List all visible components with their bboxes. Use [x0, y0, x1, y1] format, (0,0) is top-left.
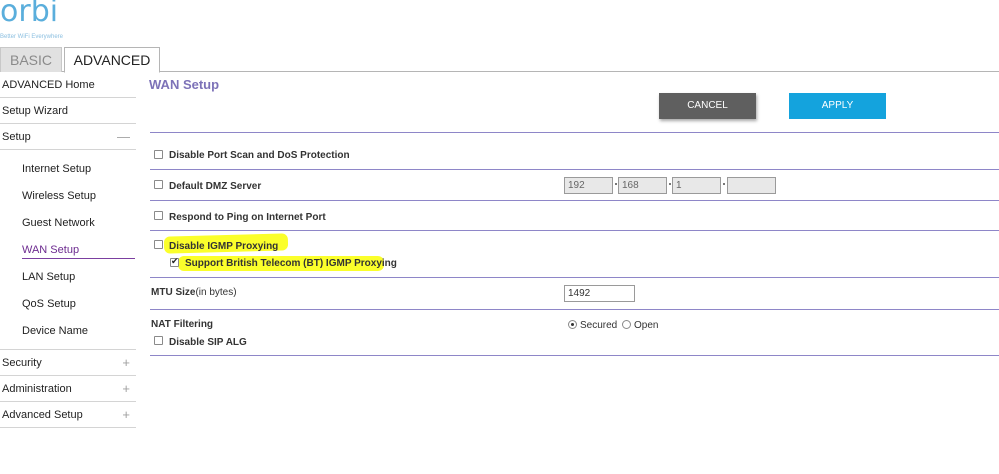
mtu-label-text: MTU Size	[151, 287, 196, 298]
mtu-unit: (in bytes)	[195, 287, 237, 298]
sidebar-item-device-name[interactable]: Device Name	[0, 318, 136, 345]
sidebar-item-label: Setup	[2, 131, 31, 143]
setup-submenu: Internet Setup Wireless Setup Guest Netw…	[0, 150, 136, 350]
tab-advanced[interactable]: ADVANCED	[64, 47, 160, 73]
orbi-logo: orbi Better WiFi Everywhere	[0, 0, 90, 46]
divider	[150, 309, 999, 310]
nat-open-radio[interactable]	[622, 320, 631, 329]
dmz-ip-octet-4[interactable]	[727, 177, 776, 194]
ip-separator	[615, 183, 617, 185]
divider	[150, 277, 999, 278]
divider	[150, 230, 999, 231]
expand-icon[interactable]: +	[122, 350, 130, 376]
sidebar-item-setup-wizard[interactable]: Setup Wizard	[0, 98, 136, 124]
sip-alg-label: Disable SIP ALG	[169, 337, 247, 348]
sidebar-item-label: WAN Setup	[22, 244, 80, 256]
page-title: WAN Setup	[149, 77, 220, 92]
sidebar-item-guest-network[interactable]: Guest Network	[0, 210, 136, 237]
mtu-label: MTU Size(in bytes)	[151, 287, 237, 298]
sidebar-item-label: Setup Wizard	[2, 105, 69, 117]
dmz-label: Default DMZ Server	[169, 181, 262, 192]
sidebar-item-administration[interactable]: Administration +	[0, 376, 136, 402]
sidebar-item-wireless-setup[interactable]: Wireless Setup	[0, 183, 136, 210]
nat-open-label: Open	[634, 320, 659, 331]
ping-checkbox[interactable]	[154, 211, 163, 220]
collapse-icon[interactable]: —	[117, 124, 130, 150]
ip-separator	[723, 183, 725, 185]
port-scan-label: Disable Port Scan and DoS Protection	[169, 150, 350, 161]
sidebar-item-label: Advanced Setup	[2, 409, 83, 421]
ping-label: Respond to Ping on Internet Port	[169, 212, 326, 223]
divider	[150, 169, 999, 170]
sidebar-item-label: Administration	[2, 383, 72, 395]
apply-button[interactable]: APPLY	[789, 93, 886, 119]
sidebar-item-lan-setup[interactable]: LAN Setup	[0, 264, 136, 291]
sidebar-item-label: Security	[2, 357, 42, 369]
dmz-ip-octet-1[interactable]: 192	[564, 177, 613, 194]
tab-bar: BASIC ADVANCED	[0, 46, 999, 73]
mtu-input[interactable]: 1492	[564, 285, 635, 302]
tab-basic[interactable]: BASIC	[0, 47, 62, 72]
sidebar-item-qos-setup[interactable]: QoS Setup	[0, 291, 136, 318]
ip-separator	[669, 183, 671, 185]
sidebar-item-setup[interactable]: Setup —	[0, 124, 136, 150]
logo-text: orbi	[0, 0, 59, 29]
dmz-ip-octet-2[interactable]: 168	[618, 177, 667, 194]
divider	[150, 132, 999, 133]
sidebar-item-internet-setup[interactable]: Internet Setup	[0, 156, 136, 183]
expand-icon[interactable]: +	[122, 402, 130, 428]
igmp-checkbox[interactable]	[154, 240, 163, 249]
bt-igmp-label: Support British Telecom (BT) IGMP Proxyi…	[185, 258, 397, 269]
dmz-checkbox[interactable]	[154, 180, 163, 189]
igmp-label: Disable IGMP Proxying	[169, 241, 279, 252]
sidebar-item-advanced-setup[interactable]: Advanced Setup +	[0, 402, 136, 428]
logo-tagline: Better WiFi Everywhere	[0, 34, 64, 40]
nat-secured-label: Secured	[580, 320, 618, 331]
divider	[150, 355, 999, 356]
expand-icon[interactable]: +	[122, 376, 130, 402]
sidebar-item-security[interactable]: Security +	[0, 350, 136, 376]
port-scan-checkbox[interactable]	[154, 150, 163, 159]
sip-alg-checkbox[interactable]	[154, 336, 163, 345]
sidebar-item-label: ADVANCED Home	[2, 79, 95, 91]
nat-secured-radio[interactable]	[568, 320, 577, 329]
sidebar-item-wan-setup[interactable]: WAN Setup	[0, 237, 136, 264]
divider	[150, 200, 999, 201]
cancel-button[interactable]: CANCEL	[659, 93, 756, 119]
sidebar: ADVANCED Home Setup Wizard Setup — Inter…	[0, 72, 136, 428]
sidebar-item-advanced-home[interactable]: ADVANCED Home	[0, 72, 136, 98]
dmz-ip-octet-3[interactable]: 1	[672, 177, 721, 194]
bt-igmp-checkbox[interactable]	[170, 256, 179, 267]
nat-filtering-label: NAT Filtering	[151, 319, 214, 330]
